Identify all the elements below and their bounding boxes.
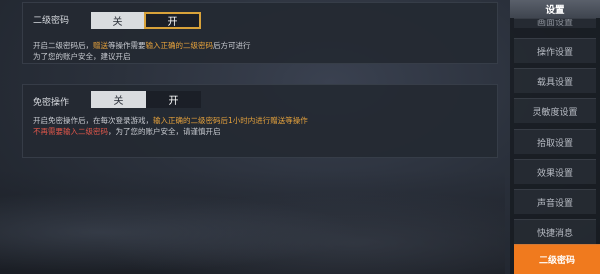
password-free-on-button[interactable]: 开 [146, 91, 201, 108]
password-free-panel: 免密操作 关 开 开启免密操作后，在每次登录游戏，输入正确的二级密码后1小时内进… [22, 84, 498, 158]
secondary-password-toggle: 关 开 [91, 12, 201, 29]
desc-text: 等操作需要 [108, 41, 146, 50]
desc-highlight-gift: 赠送 [93, 41, 108, 50]
sidebar-item-sound[interactable]: 声音设置 [514, 189, 596, 214]
secondary-password-off-button[interactable]: 关 [91, 12, 144, 29]
password-free-description-line1: 开启免密操作后，在每次登录游戏，输入正确的二级密码后1小时内进行赠送等操作 [33, 115, 308, 126]
secondary-password-description-line1: 开启二级密码后，赠送等操作需要输入正确的二级密码后方可进行 [33, 40, 251, 51]
sidebar-item-quick-messages[interactable]: 快捷消息 [514, 219, 596, 244]
desc-text: 开启二级密码后， [33, 41, 93, 50]
desc-highlight-one-hour: 输入正确的二级密码后1小时内进行赠送等操作 [153, 116, 308, 125]
secondary-password-description-line2: 为了您的账户安全，建议开启 [33, 52, 131, 61]
sidebar-item-label: 画面设置 [536, 18, 573, 28]
secondary-password-panel: 二级密码 关 开 开启二级密码后，赠送等操作需要输入正确的二级密码后方可进行 为… [22, 2, 498, 64]
secondary-password-on-button[interactable]: 开 [144, 12, 201, 29]
desc-highlight-password: 输入正确的二级密码 [145, 41, 214, 50]
password-free-label: 免密操作 [33, 98, 70, 108]
settings-sidebar: 画面设置 设置 操作设置 载具设置 灵敏度设置 拾取设置 效果设置 声音设置 快… [510, 0, 600, 274]
desc-text: ，为了您的账户安全，请谨慎开启 [108, 127, 221, 136]
sidebar-item-display[interactable]: 画面设置 [514, 18, 596, 28]
sidebar-item-secondary-password[interactable]: 二级密码 [514, 244, 600, 274]
password-free-off-button[interactable]: 关 [91, 91, 146, 108]
secondary-password-label: 二级密码 [33, 16, 70, 26]
sidebar-item-pickup[interactable]: 拾取设置 [514, 129, 596, 154]
desc-text: 后方可进行 [213, 41, 251, 50]
password-free-toggle: 关 开 [91, 91, 201, 108]
sidebar-item-effects[interactable]: 效果设置 [514, 159, 596, 184]
sidebar-item-controls[interactable]: 操作设置 [514, 38, 596, 63]
sidebar-item-sensitivity[interactable]: 灵敏度设置 [514, 98, 596, 123]
desc-highlight-no-password: 不再需要输入二级密码 [33, 127, 108, 136]
background-scenery [0, 170, 505, 274]
sidebar-title: 设置 [510, 0, 600, 18]
desc-text: 开启免密操作后，在每次登录游戏， [33, 116, 153, 125]
password-free-description-line2: 不再需要输入二级密码，为了您的账户安全，请谨慎开启 [33, 126, 221, 137]
sidebar-item-vehicle[interactable]: 载具设置 [514, 68, 596, 93]
